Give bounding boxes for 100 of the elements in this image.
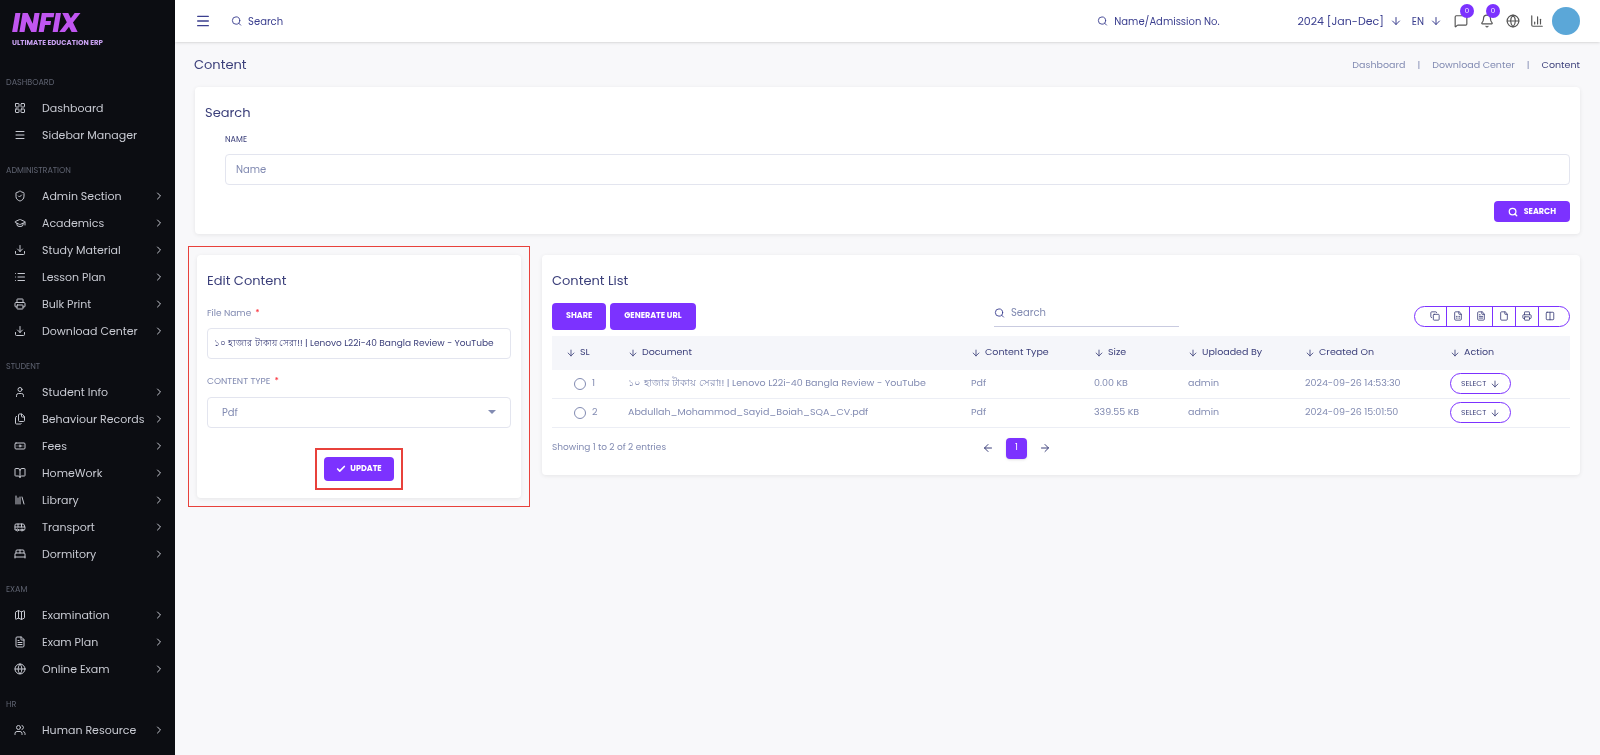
library-icon xyxy=(14,494,26,506)
table-search-field[interactable]: Search xyxy=(1010,305,1179,320)
sidebar-item[interactable]: Student Info xyxy=(0,378,175,406)
column-header[interactable]: SL xyxy=(552,345,628,360)
banknote-icon xyxy=(14,440,26,452)
sidebar-item[interactable]: Study Material xyxy=(0,236,175,264)
globe-icon xyxy=(14,663,26,675)
grid-icon xyxy=(14,102,26,114)
sidebar-item[interactable]: Sidebar Manager xyxy=(0,121,175,149)
arrow-down-icon xyxy=(628,347,638,358)
next-page-icon[interactable] xyxy=(1039,442,1051,454)
card-title: Edit Content xyxy=(207,271,288,291)
avatar[interactable] xyxy=(1552,7,1580,35)
sidebar-item[interactable]: Transport xyxy=(0,513,175,541)
card-title: Content List xyxy=(552,271,630,291)
sidebar-item[interactable]: Behaviour Records xyxy=(0,405,175,433)
arrow-down-icon xyxy=(1094,347,1104,358)
arrow-down-icon xyxy=(1450,347,1460,358)
language-dropdown[interactable]: EN xyxy=(1411,13,1442,29)
sidebar-item[interactable]: Online Exam xyxy=(0,655,175,683)
required-mark: * xyxy=(255,306,260,320)
search-icon xyxy=(231,15,243,27)
sidebar-section-heading: HR xyxy=(5,698,18,711)
session-dropdown[interactable]: 2024 [Jan-Dec] xyxy=(1297,12,1402,30)
shield-icon xyxy=(14,190,26,202)
arrow-down-icon xyxy=(1389,15,1402,27)
table-cell-text: 2024-09-26 14:53:30 xyxy=(1305,376,1402,391)
field-label: File Name xyxy=(207,306,252,320)
caret-icon xyxy=(488,410,496,414)
sidebar-section-heading: ADMINISTRATION xyxy=(5,164,72,177)
printer-icon xyxy=(14,298,26,310)
arrow-down-icon xyxy=(1430,15,1442,27)
action-button[interactable]: SHARE xyxy=(552,302,607,330)
sidebar-item[interactable]: Academics xyxy=(0,209,175,237)
map-icon xyxy=(14,609,26,621)
table-cell-text: Pdf xyxy=(971,376,988,391)
column-header[interactable]: Uploaded By xyxy=(1188,345,1305,360)
sidebar-item[interactable]: Examination xyxy=(0,601,175,629)
student-search-field[interactable]: Name/Admission No. xyxy=(1114,13,1278,29)
sidebar-item[interactable]: Download Center xyxy=(0,317,175,345)
sidebar-item[interactable]: HomeWork xyxy=(0,459,175,487)
sidebar-item[interactable]: Admin Section xyxy=(0,182,175,210)
breadcrumb-link[interactable]: Content xyxy=(1541,57,1580,72)
users-icon xyxy=(14,724,26,736)
column-header[interactable]: Size xyxy=(1094,345,1188,360)
column-header[interactable]: Document xyxy=(628,345,971,360)
arrow-down-icon xyxy=(1490,378,1501,389)
breadcrumb-separator: | xyxy=(1526,57,1530,72)
table-cell-text: ১০ হাজার টাকায় সেরা!! | Lenovo L22i-40 Bangla Review - YouTube xyxy=(628,376,927,391)
entries-summary: Showing 1 to 2 of 2 entries xyxy=(552,441,668,455)
sidebar-item[interactable]: Library xyxy=(0,486,175,514)
search-field[interactable]: Search xyxy=(248,13,451,29)
sidebar-item[interactable]: Fees xyxy=(0,432,175,460)
sidebar-section-heading: DASHBOARD xyxy=(5,76,56,89)
sidebar-section-heading: EXAM xyxy=(5,583,29,596)
previous-page-icon[interactable] xyxy=(982,442,994,454)
update-button[interactable]: UPDATE xyxy=(324,456,394,481)
search-icon xyxy=(994,306,1005,319)
table-cell: 1 xyxy=(592,376,596,391)
files-icon xyxy=(14,413,26,425)
chart-icon[interactable] xyxy=(1530,14,1544,28)
sidebar-item[interactable]: Bulk Print xyxy=(0,290,175,318)
download-icon xyxy=(14,325,26,337)
logo: INFIX xyxy=(12,10,80,36)
arrow-down-icon xyxy=(1490,407,1501,418)
search-button[interactable]: SEARCH xyxy=(1493,201,1570,222)
content-type-select[interactable]: Pdf xyxy=(207,396,511,428)
user-icon xyxy=(14,386,26,398)
column-header[interactable]: Created On xyxy=(1305,345,1450,360)
sidebar-item[interactable]: Dashboard xyxy=(0,94,175,122)
arrow-down-icon xyxy=(1188,347,1198,358)
sidebar-item[interactable]: Lesson Plan xyxy=(0,263,175,291)
globe-icon[interactable] xyxy=(1506,14,1520,28)
action-button[interactable]: GENERATE URL xyxy=(610,302,696,330)
page-button[interactable]: 1 xyxy=(1006,437,1027,459)
menu-icon[interactable] xyxy=(195,13,211,29)
table-cell-text: 339.55 KB xyxy=(1094,405,1141,420)
bell-icon[interactable] xyxy=(1480,14,1494,28)
bus-icon xyxy=(14,521,26,533)
table-cell-text: Abdullah_Mohammod_Sayid_Boiah_SQA_CV.pdf xyxy=(628,405,870,420)
sidebar-item[interactable]: Exam Plan xyxy=(0,628,175,656)
search-icon xyxy=(1097,15,1109,27)
chat-icon[interactable] xyxy=(1454,14,1468,28)
arrow-down-icon xyxy=(1305,347,1315,358)
table-cell-text: 0.00 KB xyxy=(1094,376,1129,391)
arrow-down-icon xyxy=(566,347,576,358)
required-mark: * xyxy=(274,375,279,389)
column-header[interactable]: Content Type xyxy=(971,345,1094,360)
field-label: CONTENT TYPE xyxy=(207,375,271,389)
page-title: Content xyxy=(194,55,247,75)
column-header[interactable]: Action xyxy=(1450,345,1560,360)
graduation-cap-icon xyxy=(14,217,26,229)
table-cell: 2 xyxy=(592,405,598,420)
field-label: NAME xyxy=(225,134,248,146)
file-name-field[interactable]: ১০ হাজার টাকায় সেরা!! | Lenovo L22i-40 Bangla Review - YouTube xyxy=(207,328,511,359)
sidebar-item[interactable]: Human Resource xyxy=(0,716,175,744)
sidebar-item[interactable]: Dormitory xyxy=(0,540,175,568)
name-field[interactable]: Name xyxy=(225,154,1570,185)
breadcrumb-separator: | xyxy=(1417,57,1421,72)
arrow-down-icon xyxy=(971,347,981,358)
